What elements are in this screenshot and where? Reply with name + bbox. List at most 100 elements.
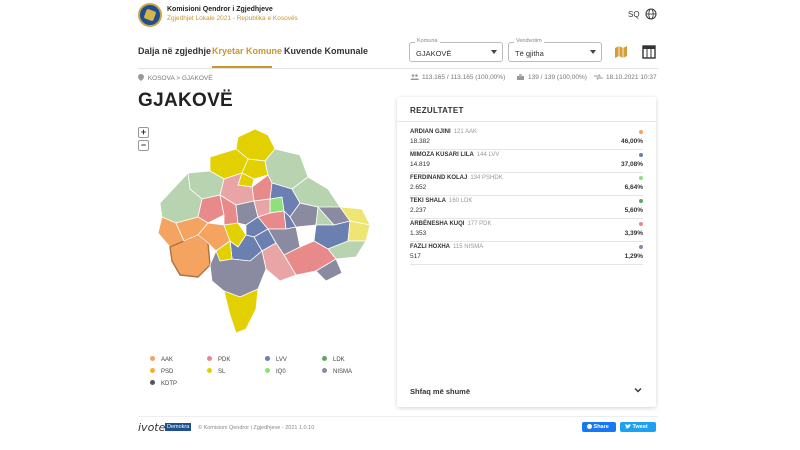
facebook-share-button[interactable]: Share <box>582 422 616 432</box>
candidate-votes: 1.353 <box>410 230 427 237</box>
legend-item-sl: SL <box>207 368 225 375</box>
last-updated: 18.10.2021 10:37 <box>594 74 657 81</box>
candidate-row[interactable]: MIMOZA KUSARI LILA 144 LVV 14.819 37,08% <box>410 152 643 174</box>
breadcrumb-root[interactable]: KOSOVA <box>148 75 175 82</box>
candidate-percentage: 1,29% <box>624 253 643 260</box>
breadcrumb-current: GJAKOVË <box>181 75 213 82</box>
map-region-kllokot <box>347 220 371 242</box>
chevron-down-icon <box>590 50 596 54</box>
party-legend: AAK PDK LVV LDK PSD SL IQ0 NISMA KDTP <box>150 356 390 396</box>
legend-item-kdtp: KDTP <box>150 380 177 387</box>
chevron-down-icon[interactable] <box>634 386 642 394</box>
globe-icon[interactable] <box>645 8 657 20</box>
twitter-share-button[interactable]: Tweet <box>620 422 656 432</box>
municipality-select[interactable]: Komuna GJAKOVË <box>409 38 503 62</box>
tab-assemblies[interactable]: Kuvende Komunale <box>284 46 368 56</box>
party-color-dot <box>639 222 643 226</box>
row-divider <box>410 195 643 196</box>
candidate-name: ARBËNESHA KUQI <box>410 221 465 227</box>
tab-turnout[interactable]: Dalja në zgjedhje <box>138 46 211 56</box>
stations-stat: 139 / 139 (100,00%) <box>516 74 587 81</box>
legend-swatch <box>150 368 155 373</box>
party-color-dot <box>639 245 643 249</box>
candidate-party: 144 LVV <box>476 152 500 158</box>
legend-swatch <box>150 380 155 385</box>
kqz-logo[interactable] <box>138 3 162 27</box>
table-view-icon[interactable] <box>642 45 656 59</box>
org-title: Komisioni Qendror i Zgjedhjeve <box>167 6 273 13</box>
location-pin-icon <box>138 74 144 81</box>
candidate-name: FERDINAND KOLAJ <box>410 175 468 181</box>
twitter-icon <box>625 423 631 428</box>
top-bar: Komisioni Qendror i Zgjedhjeve Zgjedhjet… <box>0 0 800 30</box>
candidate-percentage: 46,00% <box>620 138 643 145</box>
candidate-party: 177 PDK <box>467 221 492 227</box>
zoom-out-button[interactable]: − <box>138 140 149 151</box>
copyright-text: © Komisioni Qendror i Zgjedhjeve - 2021 … <box>198 425 315 431</box>
candidate-party: 134 PSHDK <box>470 175 503 181</box>
legend-swatch <box>322 356 327 361</box>
language-switch[interactable]: SQ <box>628 10 640 19</box>
legend-swatch <box>322 368 327 373</box>
candidate-votes: 2.652 <box>410 184 427 191</box>
row-divider <box>410 264 643 265</box>
row-divider <box>410 241 643 242</box>
legend-item-pdk: PDK <box>207 356 230 363</box>
legend-swatch <box>207 356 212 361</box>
candidate-party: 115 NISMA <box>453 244 484 250</box>
row-divider <box>410 218 643 219</box>
legend-item-lvv: LVV <box>265 356 287 363</box>
candidate-name: ARDIAN GJINI <box>410 129 451 135</box>
legend-item-iq0: IQ0 <box>265 368 286 375</box>
row-divider <box>410 149 643 150</box>
candidate-row[interactable]: TEKI SHALA 160 LDK 2.237 5,60% <box>410 198 643 220</box>
results-header-divider <box>397 121 656 122</box>
polling-station-select[interactable]: Vendvotim Të gjitha <box>508 38 602 62</box>
candidate-row[interactable]: ARDIAN GJINI 121 AAK 18.382 46,00% <box>410 129 643 151</box>
map-view-icon[interactable] <box>614 45 628 59</box>
legend-swatch <box>150 356 155 361</box>
party-color-dot <box>639 130 643 134</box>
kosovo-municipality-map[interactable] <box>150 125 375 340</box>
candidate-row[interactable]: FERDINAND KOLAJ 134 PSHDK 2.652 6,64% <box>410 175 643 197</box>
page-title: GJAKOVË <box>138 90 234 111</box>
candidate-row[interactable]: ARBËNESHA KUQI 177 PDK 1.353 3,39% <box>410 221 643 243</box>
users-icon <box>410 74 419 80</box>
municipality-value: GJAKOVË <box>416 49 452 58</box>
legend-item-nisma: NISMA <box>322 368 352 375</box>
map-region-obiliq <box>269 196 285 214</box>
breadcrumb-separator: > <box>176 75 181 82</box>
legend-item-aak: AAK <box>150 356 173 363</box>
candidate-party: 121 AAK <box>453 129 478 135</box>
candidate-party: 160 LDK <box>449 198 473 204</box>
candidate-percentage: 3,39% <box>624 230 643 237</box>
legend-swatch <box>207 368 212 373</box>
row-divider <box>410 172 643 173</box>
org-subtitle: Zgjedhjet Lokale 2021 - Republika e Koso… <box>167 15 298 22</box>
candidate-name: FAZLI HOXHA <box>410 244 450 250</box>
ivote-logo[interactable]: ivote <box>138 421 165 434</box>
show-more-button[interactable]: Shfaq më shumë <box>410 387 470 396</box>
footer-divider <box>138 416 658 417</box>
candidate-percentage: 5,60% <box>624 207 643 214</box>
legend-item-ldk: LDK <box>322 356 345 363</box>
candidate-row[interactable]: FAZLI HOXHA 115 NISMA 517 1,29% <box>410 244 643 266</box>
zoom-in-button[interactable]: + <box>138 127 149 138</box>
party-color-dot <box>639 176 643 180</box>
candidate-votes: 517 <box>410 253 421 260</box>
candidate-name: TEKI SHALA <box>410 198 446 204</box>
legend-item-psd: PSD <box>150 368 173 375</box>
facebook-icon <box>587 423 592 429</box>
chevron-down-icon <box>491 50 497 54</box>
legend-swatch <box>265 356 270 361</box>
candidate-percentage: 37,08% <box>620 161 643 168</box>
ballot-box-icon <box>517 74 524 80</box>
candidate-percentage: 6,64% <box>624 184 643 191</box>
candidate-votes: 18.382 <box>410 138 430 145</box>
party-color-dot <box>639 153 643 157</box>
tab-mayor[interactable]: Kryetar Komune <box>212 46 282 56</box>
candidate-votes: 14.819 <box>410 161 430 168</box>
candidate-votes: 2.237 <box>410 207 427 214</box>
polling-station-value: Të gjitha <box>515 49 544 58</box>
voters-stat: 113.165 / 113.165 (100,00%) <box>410 74 505 81</box>
